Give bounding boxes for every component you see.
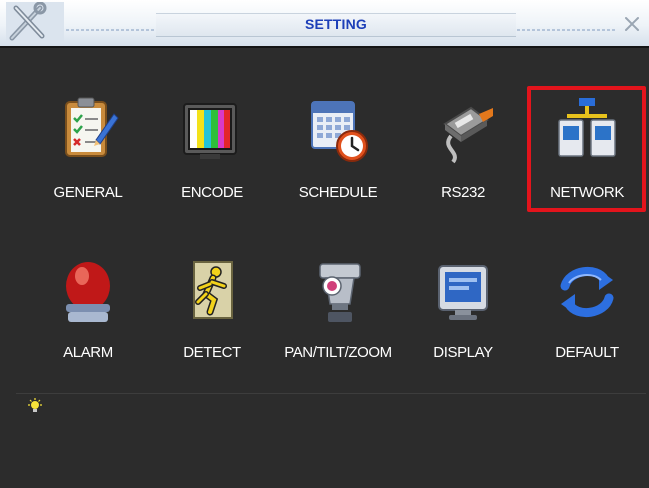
- clipboard-checklist-icon: [65, 97, 119, 157]
- menu-item-general[interactable]: GENERAL: [28, 96, 148, 222]
- color-bars-monitor-icon: [183, 103, 237, 159]
- menu-label: DEFAULT: [555, 344, 619, 361]
- menu-item-pan-tilt-zoom[interactable]: PAN/TILT/ZOOM: [278, 256, 398, 382]
- menu-item-rs232[interactable]: RS232: [403, 96, 523, 222]
- footer-divider: [16, 393, 646, 394]
- menu-item-display[interactable]: DISPLAY: [403, 256, 523, 382]
- red-alarm-light-icon: [66, 262, 110, 322]
- title-bar[interactable]: SETTING: [0, 0, 649, 46]
- network-selection-highlight: [527, 86, 646, 212]
- calendar-clock-icon: [311, 101, 368, 162]
- lightbulb-icon: [28, 398, 42, 412]
- window-title: SETTING: [304, 16, 368, 32]
- menu-item-default[interactable]: DEFAULT: [527, 256, 647, 382]
- tools-logo-icon: [6, 2, 64, 42]
- close-icon[interactable]: [618, 10, 646, 38]
- menu-item-schedule[interactable]: SCHEDULE: [278, 96, 398, 222]
- serial-cable-icon: [443, 106, 493, 164]
- setting-window: SETTING GENERAL ENCODE SCHEDULE RS232 NE…: [0, 0, 649, 488]
- title-decoration-left: [60, 29, 156, 31]
- refresh-arrows-icon: [560, 267, 614, 317]
- ptz-camera-icon: [319, 263, 361, 322]
- running-man-icon: [193, 261, 233, 319]
- menu-item-encode[interactable]: ENCODE: [152, 96, 272, 222]
- title-decoration-right: [516, 29, 616, 31]
- menu-item-detect[interactable]: DETECT: [152, 256, 272, 382]
- monitor-display-icon: [438, 265, 488, 320]
- menu-item-alarm[interactable]: ALARM: [28, 256, 148, 382]
